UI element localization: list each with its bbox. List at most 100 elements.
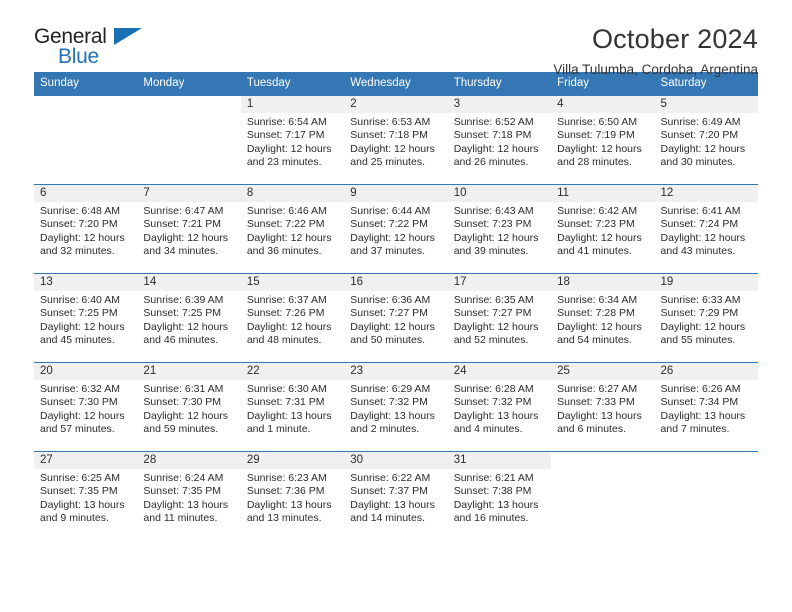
day-sun-details: Sunrise: 6:23 AM Sunset: 7:36 PM Dayligh… <box>246 472 332 524</box>
calendar-day[interactable]: 22 Sunrise: 6:30 AM Sunset: 7:31 PM Dayli… <box>240 363 345 451</box>
day-sun-details <box>655 469 758 472</box>
day-number: 24 <box>447 363 552 380</box>
day-number: 12 <box>654 185 758 202</box>
day-number: 25 <box>551 363 655 380</box>
day-sun-details: Sunrise: 6:36 AM Sunset: 7:27 PM Dayligh… <box>350 294 435 346</box>
calendar-day[interactable]: 25 Sunrise: 6:27 AM Sunset: 7:33 PM Dayli… <box>551 363 655 451</box>
calendar-day[interactable]: 14 Sunrise: 6:39 AM Sunset: 7:25 PM Dayli… <box>137 274 241 362</box>
day-number: 15 <box>240 274 345 291</box>
calendar-cell: 15 Sunrise: 6:37 AM Sunset: 7:26 PM Dayli… <box>240 273 345 363</box>
calendar-day[interactable]: 2 Sunrise: 6:53 AM Sunset: 7:18 PM Daylig… <box>344 96 448 184</box>
day-number: 8 <box>240 185 345 202</box>
calendar-day[interactable]: 19 Sunrise: 6:33 AM Sunset: 7:29 PM Dayli… <box>654 274 758 362</box>
day-number: 17 <box>447 274 552 291</box>
calendar-day[interactable]: 27 Sunrise: 6:25 AM Sunset: 7:35 PM Dayli… <box>34 452 138 540</box>
day-sun-details: Sunrise: 6:22 AM Sunset: 7:37 PM Dayligh… <box>350 472 435 524</box>
calendar-cell: 25 Sunrise: 6:27 AM Sunset: 7:33 PM Dayli… <box>551 362 655 452</box>
calendar-cell: 10 Sunrise: 6:43 AM Sunset: 7:23 PM Dayli… <box>447 184 552 274</box>
calendar-cell <box>551 451 655 540</box>
day-number: 10 <box>447 185 552 202</box>
calendar-day[interactable]: 24 Sunrise: 6:28 AM Sunset: 7:32 PM Dayli… <box>447 363 552 451</box>
day-number <box>137 96 240 113</box>
calendar-day[interactable]: 18 Sunrise: 6:34 AM Sunset: 7:28 PM Dayli… <box>551 274 655 362</box>
calendar-day[interactable]: 29 Sunrise: 6:23 AM Sunset: 7:36 PM Dayli… <box>240 452 345 540</box>
day-number <box>655 452 758 469</box>
calendar-day[interactable]: 6 Sunrise: 6:48 AM Sunset: 7:20 PM Daylig… <box>34 185 138 273</box>
calendar-cell: 2 Sunrise: 6:53 AM Sunset: 7:18 PM Daylig… <box>344 95 448 185</box>
day-number: 30 <box>344 452 448 469</box>
calendar-cell: 1 Sunrise: 6:54 AM Sunset: 7:17 PM Daylig… <box>240 95 345 185</box>
calendar-week-row: 27 Sunrise: 6:25 AM Sunset: 7:35 PM Dayli… <box>34 451 758 540</box>
calendar-day[interactable]: 28 Sunrise: 6:24 AM Sunset: 7:35 PM Dayli… <box>137 452 241 540</box>
page-subtitle: Villa Tulumba, Cordoba, Argentina <box>553 62 758 78</box>
calendar-cell: 20 Sunrise: 6:32 AM Sunset: 7:30 PM Dayli… <box>34 362 138 452</box>
calendar-day[interactable]: 5 Sunrise: 6:49 AM Sunset: 7:20 PM Daylig… <box>654 96 758 184</box>
calendar-day[interactable]: 11 Sunrise: 6:42 AM Sunset: 7:23 PM Dayli… <box>551 185 655 273</box>
calendar-day[interactable]: 23 Sunrise: 6:29 AM Sunset: 7:32 PM Dayli… <box>344 363 448 451</box>
calendar-day-empty <box>551 452 654 540</box>
calendar-week-row: 20 Sunrise: 6:32 AM Sunset: 7:30 PM Dayli… <box>34 362 758 452</box>
day-number: 21 <box>137 363 241 380</box>
calendar-day[interactable]: 20 Sunrise: 6:32 AM Sunset: 7:30 PM Dayli… <box>34 363 138 451</box>
title-block: October 2024 Villa Tulumba, Cordoba, Arg… <box>553 24 758 78</box>
calendar-day[interactable]: 12 Sunrise: 6:41 AM Sunset: 7:24 PM Dayli… <box>654 185 758 273</box>
calendar-cell: 5 Sunrise: 6:49 AM Sunset: 7:20 PM Daylig… <box>654 95 758 185</box>
day-number: 31 <box>447 452 552 469</box>
calendar-day-empty <box>655 452 758 540</box>
day-number: 18 <box>551 274 655 291</box>
day-sun-details: Sunrise: 6:43 AM Sunset: 7:23 PM Dayligh… <box>453 205 539 257</box>
day-sun-details: Sunrise: 6:27 AM Sunset: 7:33 PM Dayligh… <box>557 383 642 435</box>
calendar-day[interactable]: 15 Sunrise: 6:37 AM Sunset: 7:26 PM Dayli… <box>240 274 345 362</box>
day-sun-details: Sunrise: 6:34 AM Sunset: 7:28 PM Dayligh… <box>557 294 642 346</box>
calendar-day[interactable]: 7 Sunrise: 6:47 AM Sunset: 7:21 PM Daylig… <box>137 185 241 273</box>
calendar-day[interactable]: 16 Sunrise: 6:36 AM Sunset: 7:27 PM Dayli… <box>344 274 448 362</box>
calendar-day[interactable]: 4 Sunrise: 6:50 AM Sunset: 7:19 PM Daylig… <box>551 96 655 184</box>
day-sun-details <box>551 469 654 472</box>
weekday-header-wednesday: Wednesday <box>344 72 448 96</box>
calendar-day[interactable]: 13 Sunrise: 6:40 AM Sunset: 7:25 PM Dayli… <box>34 274 138 362</box>
calendar-day[interactable]: 26 Sunrise: 6:26 AM Sunset: 7:34 PM Dayli… <box>654 363 758 451</box>
calendar-cell: 31 Sunrise: 6:21 AM Sunset: 7:38 PM Dayli… <box>447 451 552 540</box>
calendar-body: 1 Sunrise: 6:54 AM Sunset: 7:17 PM Daylig… <box>34 95 758 540</box>
calendar-cell: 29 Sunrise: 6:23 AM Sunset: 7:36 PM Dayli… <box>240 451 345 540</box>
day-sun-details: Sunrise: 6:49 AM Sunset: 7:20 PM Dayligh… <box>660 116 746 168</box>
day-sun-details: Sunrise: 6:39 AM Sunset: 7:25 PM Dayligh… <box>143 294 229 346</box>
day-sun-details: Sunrise: 6:32 AM Sunset: 7:30 PM Dayligh… <box>40 383 125 435</box>
calendar-day[interactable]: 10 Sunrise: 6:43 AM Sunset: 7:23 PM Dayli… <box>447 185 552 273</box>
day-sun-details: Sunrise: 6:52 AM Sunset: 7:18 PM Dayligh… <box>453 116 539 168</box>
day-sun-details: Sunrise: 6:46 AM Sunset: 7:22 PM Dayligh… <box>246 205 332 257</box>
day-number: 2 <box>344 96 448 113</box>
calendar-cell: 19 Sunrise: 6:33 AM Sunset: 7:29 PM Dayli… <box>654 273 758 363</box>
day-sun-details: Sunrise: 6:28 AM Sunset: 7:32 PM Dayligh… <box>453 383 539 435</box>
calendar-day[interactable]: 30 Sunrise: 6:22 AM Sunset: 7:37 PM Dayli… <box>344 452 448 540</box>
calendar-cell: 6 Sunrise: 6:48 AM Sunset: 7:20 PM Daylig… <box>34 184 138 274</box>
day-number: 6 <box>34 185 138 202</box>
calendar-cell: 17 Sunrise: 6:35 AM Sunset: 7:27 PM Dayli… <box>447 273 552 363</box>
calendar-day[interactable]: 1 Sunrise: 6:54 AM Sunset: 7:17 PM Daylig… <box>240 96 345 184</box>
day-sun-details <box>137 113 240 116</box>
day-sun-details: Sunrise: 6:25 AM Sunset: 7:35 PM Dayligh… <box>40 472 125 524</box>
day-number: 27 <box>34 452 138 469</box>
calendar-day[interactable]: 8 Sunrise: 6:46 AM Sunset: 7:22 PM Daylig… <box>240 185 345 273</box>
calendar-cell: 27 Sunrise: 6:25 AM Sunset: 7:35 PM Dayli… <box>34 451 138 540</box>
calendar-day[interactable]: 21 Sunrise: 6:31 AM Sunset: 7:30 PM Dayli… <box>137 363 241 451</box>
calendar-day[interactable]: 17 Sunrise: 6:35 AM Sunset: 7:27 PM Dayli… <box>447 274 552 362</box>
day-number: 14 <box>137 274 241 291</box>
day-number: 26 <box>654 363 758 380</box>
day-number: 7 <box>137 185 241 202</box>
calendar-day[interactable]: 9 Sunrise: 6:44 AM Sunset: 7:22 PM Daylig… <box>344 185 448 273</box>
calendar-day[interactable]: 3 Sunrise: 6:52 AM Sunset: 7:18 PM Daylig… <box>447 96 552 184</box>
calendar-cell: 3 Sunrise: 6:52 AM Sunset: 7:18 PM Daylig… <box>447 95 552 185</box>
calendar-cell: 4 Sunrise: 6:50 AM Sunset: 7:19 PM Daylig… <box>551 95 655 185</box>
logo-triangle-icon <box>114 28 142 45</box>
calendar-cell: 22 Sunrise: 6:30 AM Sunset: 7:31 PM Dayli… <box>240 362 345 452</box>
day-sun-details: Sunrise: 6:53 AM Sunset: 7:18 PM Dayligh… <box>350 116 435 168</box>
calendar-day[interactable]: 31 Sunrise: 6:21 AM Sunset: 7:38 PM Dayli… <box>447 452 552 540</box>
day-number: 16 <box>344 274 448 291</box>
calendar-cell: 13 Sunrise: 6:40 AM Sunset: 7:25 PM Dayli… <box>34 273 138 363</box>
page-title: October 2024 <box>591 24 758 54</box>
day-sun-details: Sunrise: 6:31 AM Sunset: 7:30 PM Dayligh… <box>143 383 229 435</box>
day-sun-details <box>34 113 137 116</box>
calendar-cell: 9 Sunrise: 6:44 AM Sunset: 7:22 PM Daylig… <box>344 184 448 274</box>
day-number: 13 <box>34 274 138 291</box>
